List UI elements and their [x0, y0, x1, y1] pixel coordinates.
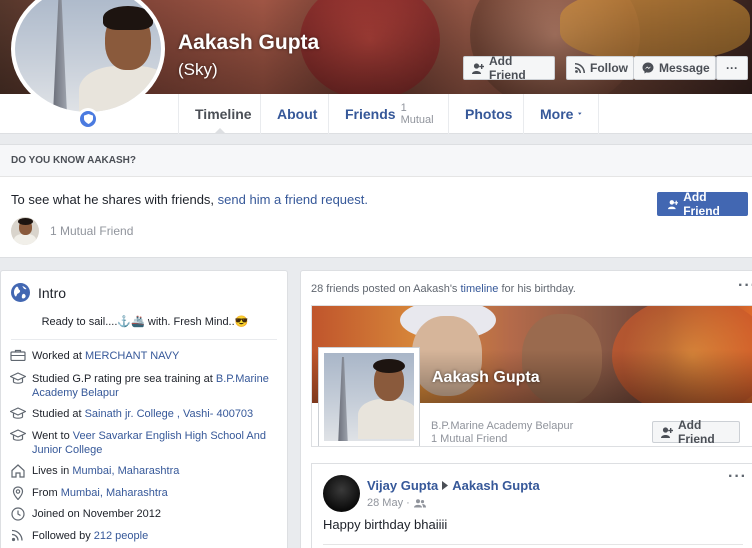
card-add-friend-button[interactable]: Add Friend	[652, 418, 740, 446]
message-label: Message	[659, 61, 710, 75]
intro-bio: Ready to sail....⚓🚢 with. Fresh Mind..😎	[41, 316, 249, 328]
profile-nickname: (Sky)	[178, 60, 218, 79]
intro-item-lives: Lives in Mumbai, Maharashtra	[10, 464, 286, 478]
friend-request-prompt: To see what he shares with friends, send…	[11, 192, 368, 207]
birthday-card-mutual[interactable]: 1 Mutual Friend	[431, 433, 507, 445]
card-add-friend-label: Add Friend	[678, 418, 715, 446]
add-friend-label: Add Friend	[489, 54, 526, 82]
intro-item-work: Worked at MERCHANT NAVY	[10, 349, 286, 363]
post-date[interactable]: 28 May ·	[367, 497, 410, 509]
follow-label: Follow	[590, 61, 628, 75]
follow-button[interactable]: Follow	[566, 56, 634, 80]
intro-item-study-1: Studied G.P rating pre sea training at B…	[10, 372, 286, 400]
intro-item-study-1-prefix: Studied G.P rating pre sea training at	[32, 373, 216, 385]
intro-item-work-prefix: Worked at	[32, 350, 85, 362]
post-target-name[interactable]: Aakash Gupta	[452, 478, 539, 493]
birthday-summary-suffix: for his birthday.	[498, 283, 576, 295]
post-more-button[interactable]: ···	[728, 468, 747, 486]
send-friend-request-link[interactable]: send him a friend request.	[218, 192, 368, 207]
friend-request-prompt-text: To see what he shares with friends,	[11, 192, 218, 207]
intro-item-work-link[interactable]: MERCHANT NAVY	[85, 350, 179, 362]
intro-title: Intro	[38, 285, 67, 301]
intro-divider	[11, 339, 277, 340]
intro-item-from-link[interactable]: Mumbai, Maharashtra	[61, 487, 168, 499]
tab-about[interactable]: About	[261, 94, 329, 134]
post-meta: 28 May ·	[367, 497, 426, 509]
intro-item-from-prefix: From	[32, 487, 61, 499]
friends-audience-icon[interactable]	[413, 498, 426, 508]
birthday-card-name[interactable]: Aakash Gupta	[432, 369, 540, 387]
intro-item-lives-link[interactable]: Mumbai, Maharashtra	[72, 465, 179, 477]
do-you-know-panel: DO YOU KNOW AAKASH? To see what he share…	[0, 144, 752, 258]
tab-friends-mutual: 1 Mutual	[400, 102, 434, 126]
tab-more-label: More	[540, 106, 574, 122]
graduation-cap-icon	[10, 372, 26, 384]
add-friend-primary-button[interactable]: Add Friend	[657, 190, 748, 218]
location-pin-icon	[12, 486, 24, 500]
post-author-name[interactable]: Vijay Gupta	[367, 478, 438, 493]
tab-friends[interactable]: Friends 1 Mutual	[329, 94, 449, 134]
intro-item-study-2-prefix: Studied at	[32, 408, 85, 420]
birthday-card-avatar[interactable]	[318, 347, 420, 446]
briefcase-icon	[10, 349, 26, 361]
tab-more[interactable]: More	[524, 94, 599, 134]
caret-right-icon	[442, 481, 449, 490]
intro-item-study-2: Studied at Sainath jr. College , Vashi- …	[10, 407, 286, 421]
add-friend-button[interactable]: Add Friend	[463, 54, 555, 82]
tab-timeline-label: Timeline	[195, 106, 252, 122]
intro-item-lives-prefix: Lives in	[32, 465, 73, 477]
post-header: Vijay Gupta Aakash Gupta	[367, 478, 540, 493]
intro-item-followers-prefix: Followed by	[32, 530, 94, 542]
intro-item-school: Went to Veer Savarkar English High Schoo…	[10, 429, 286, 457]
tab-photos[interactable]: Photos	[449, 94, 524, 134]
intro-item-joined: Joined on November 2012	[10, 507, 286, 521]
more-options-button[interactable]: ···	[716, 56, 748, 80]
mutual-friend-count[interactable]: 1 Mutual Friend	[50, 224, 133, 238]
birthday-card-school: B.P.Marine Academy Belapur	[431, 420, 574, 432]
graduation-cap-icon	[10, 429, 26, 441]
birthday-feed: 28 friends posted on Aakash's timeline f…	[300, 270, 752, 548]
messenger-icon	[642, 62, 654, 74]
timeline-link[interactable]: timeline	[460, 283, 498, 295]
tab-timeline[interactable]: Timeline	[178, 94, 261, 134]
globe-icon	[11, 283, 30, 302]
intro-item-from: From Mumbai, Maharashtra	[10, 486, 286, 500]
intro-card: Intro Ready to sail....⚓🚢 with. Fresh Mi…	[0, 270, 288, 548]
message-button[interactable]: Message	[634, 56, 716, 80]
birthday-post: Vijay Gupta Aakash Gupta ··· 28 May · Ha…	[311, 463, 752, 548]
add-friend-icon	[472, 62, 484, 74]
rss-icon	[11, 529, 23, 542]
do-you-know-header: DO YOU KNOW AAKASH?	[0, 145, 752, 177]
birthday-profile-card: Aakash Gupta B.P.Marine Academy Belapur …	[311, 305, 752, 447]
chevron-down-icon	[578, 112, 582, 115]
intro-item-joined-text: Joined on November 2012	[32, 508, 162, 520]
home-icon	[11, 464, 25, 478]
add-friend-primary-label: Add Friend	[683, 190, 720, 218]
birthday-summary-prefix: 28 friends posted on Aakash's	[311, 283, 461, 295]
post-body: Happy birthday bhaiiii	[323, 517, 448, 532]
rss-icon	[575, 63, 585, 73]
shield-icon	[77, 108, 99, 130]
post-divider	[323, 544, 743, 545]
birthday-summary: 28 friends posted on Aakash's timeline f…	[311, 283, 576, 295]
post-author-avatar[interactable]	[323, 475, 360, 512]
add-friend-icon	[668, 199, 679, 209]
profile-name[interactable]: Aakash Gupta	[178, 31, 319, 55]
intro-item-study-2-link[interactable]: Sainath jr. College , Vashi- 400703	[85, 408, 254, 420]
tab-about-label: About	[277, 106, 318, 122]
add-friend-icon	[661, 426, 673, 438]
tab-friends-label: Friends	[345, 106, 396, 122]
mutual-friend-avatar[interactable]	[11, 217, 39, 245]
clock-icon	[11, 507, 25, 521]
feed-more-button[interactable]: ···	[738, 277, 752, 295]
more-dots-icon: ···	[726, 61, 738, 75]
intro-item-followers: Followed by 212 people	[10, 529, 286, 543]
graduation-cap-icon	[10, 407, 26, 419]
tab-photos-label: Photos	[465, 106, 513, 122]
intro-item-followers-link[interactable]: 212 people	[94, 530, 148, 542]
intro-item-school-prefix: Went to	[32, 430, 73, 442]
